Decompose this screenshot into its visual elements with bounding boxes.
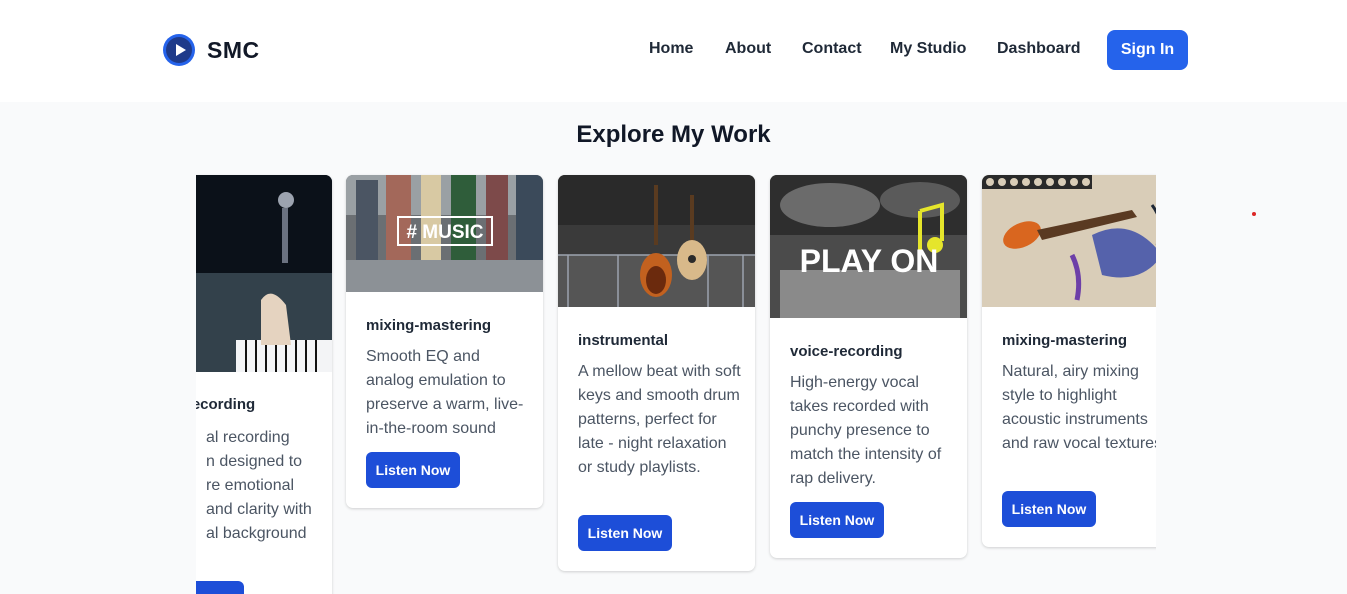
listen-now-button[interactable]: Listen Now: [196, 581, 244, 594]
card-image-label: # MUSIC: [406, 222, 483, 243]
listen-now-button[interactable]: Listen Now: [790, 502, 884, 538]
nav-my-studio[interactable]: My Studio: [890, 40, 966, 58]
cursor-dot: [1252, 212, 1256, 216]
card-image: [558, 175, 755, 307]
listen-now-button[interactable]: Listen Now: [578, 515, 672, 551]
card-image: PLAY ON: [770, 175, 967, 318]
card-category: instrumental: [578, 332, 669, 349]
card-description: Smooth EQ and analog emulation to preser…: [366, 348, 524, 437]
card-description: Natural, airy mixing style to highlight …: [1002, 363, 1156, 452]
card-category: mixing-mastering: [366, 317, 492, 334]
card-image-label: PLAY ON: [800, 243, 939, 279]
work-card: instrumental A mellow beat with soft key…: [558, 175, 755, 571]
work-card: mixing-mastering Natural, airy mixing st…: [982, 175, 1156, 547]
nav-about[interactable]: About: [725, 40, 771, 58]
work-card: PLAY ON voice-recording High-energy voca…: [770, 175, 967, 558]
listen-now-button[interactable]: Listen Now: [1002, 491, 1096, 527]
nav-home[interactable]: Home: [649, 40, 693, 58]
card-image: [196, 175, 332, 372]
sign-in-button[interactable]: Sign In: [1107, 30, 1188, 70]
section-title: Explore My Work: [576, 121, 771, 148]
card-description: High-energy vocal takes recorded with pu…: [790, 374, 942, 487]
card-category: recording: [196, 396, 256, 413]
nav-contact[interactable]: Contact: [802, 40, 862, 58]
card-description: al recording n designed to re emotional …: [206, 429, 312, 542]
card-description: A mellow beat with soft keys and smooth …: [578, 363, 741, 476]
card-image: [982, 175, 1156, 307]
nav-dashboard[interactable]: Dashboard: [997, 40, 1081, 58]
work-card: # MUSIC mixing-mastering Smooth EQ and a…: [346, 175, 543, 508]
card-category: mixing-mastering: [1002, 332, 1128, 349]
work-carousel[interactable]: recording al recording n designed to re …: [196, 164, 1156, 594]
card-image: # MUSIC: [346, 175, 543, 292]
work-card: recording al recording n designed to re …: [196, 175, 332, 594]
listen-now-button[interactable]: Listen Now: [366, 452, 460, 488]
card-category: voice-recording: [790, 343, 903, 360]
